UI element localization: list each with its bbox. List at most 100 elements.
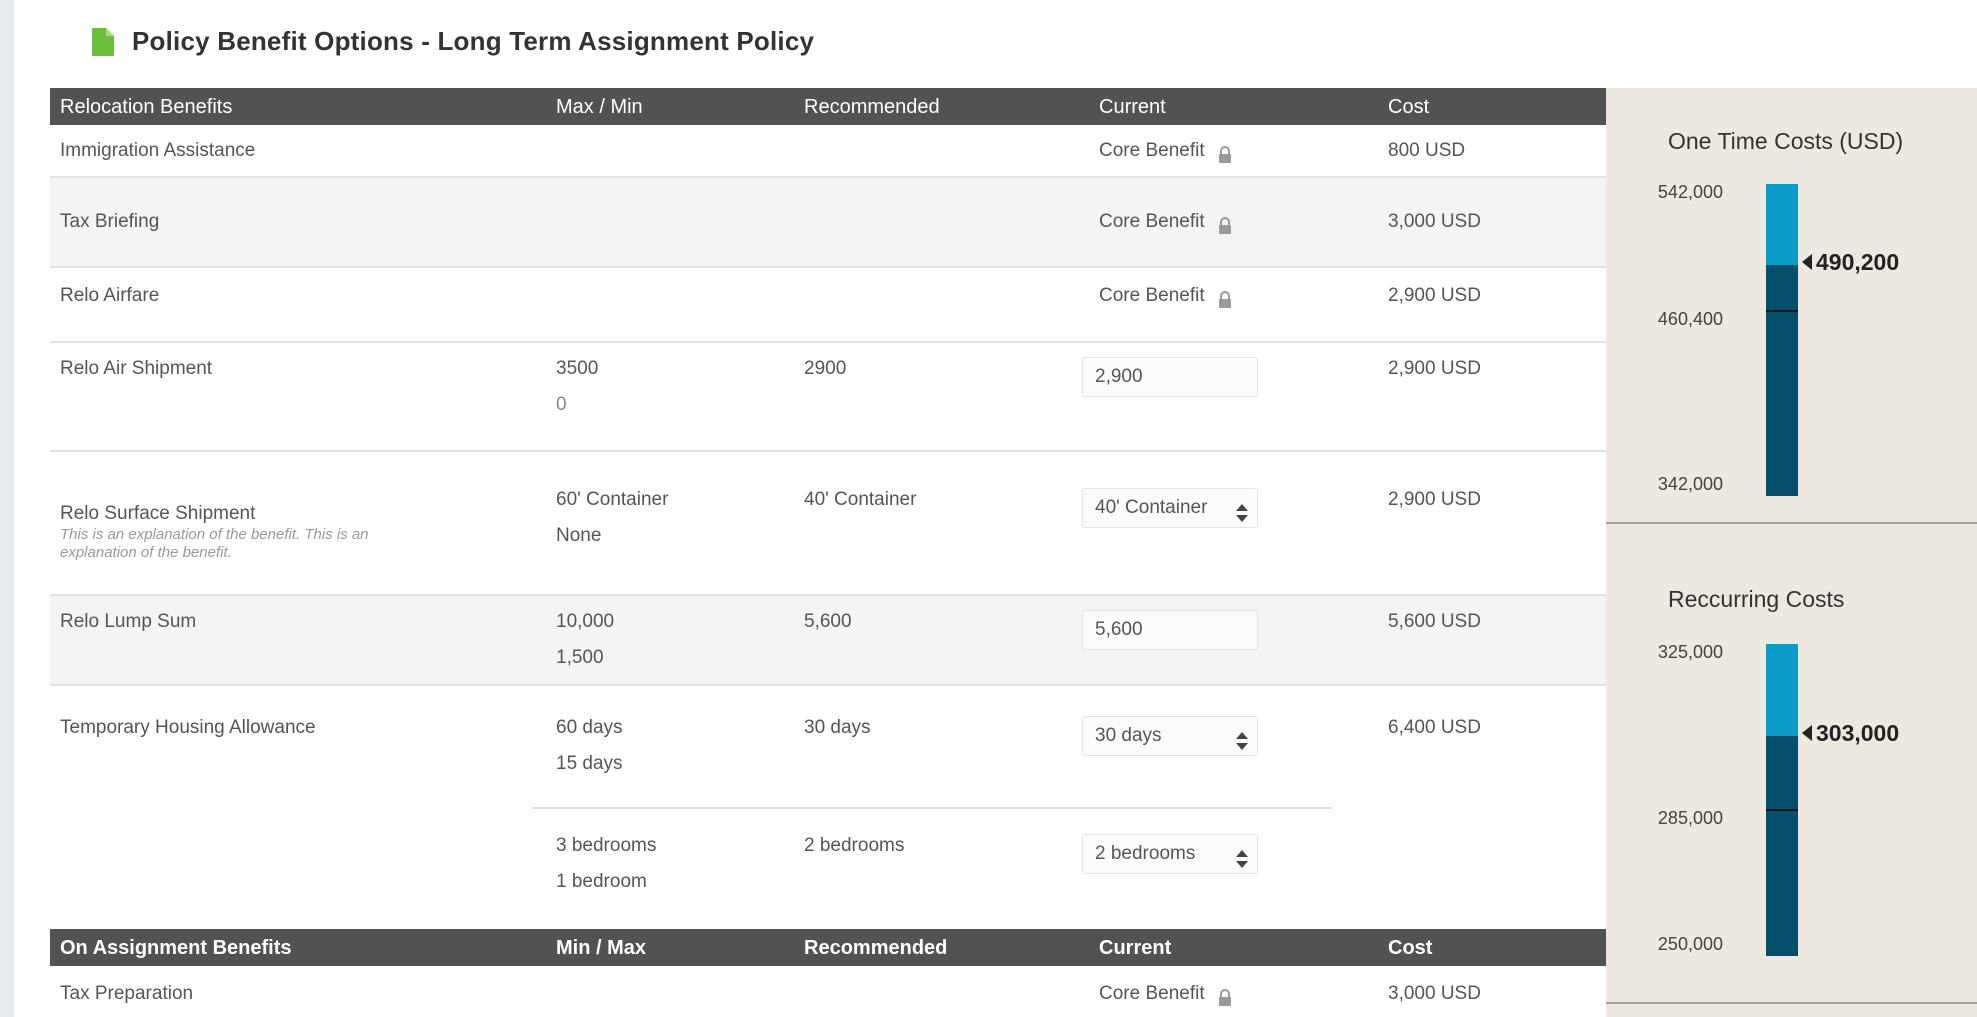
recommended-value: 2 bedrooms [804,835,905,856]
table-row: Relo Air Shipment 3500 0 2900 2,900 2,90… [50,343,1606,452]
max-value: 3 bedrooms [556,835,657,856]
gauge-current-value: 303,000 [1802,720,1899,747]
gauge-value-bar [1766,735,1798,956]
page-header: Policy Benefit Options - Long Term Assig… [92,26,814,57]
select-arrows-icon[interactable] [1235,727,1249,750]
table-row: Immigration Assistance Core Benefit 800 … [50,125,1606,178]
table-row: Relo Airfare Core Benefit 2,900 USD [50,268,1606,343]
header-current: Current [1099,937,1172,959]
lock-icon [1217,211,1233,235]
lock-icon [1217,140,1233,164]
current-select[interactable]: 2 bedrooms [1082,834,1258,874]
one-time-costs-title: One Time Costs (USD) [1668,128,1904,154]
min-value: 1 bedroom [556,871,647,892]
min-value: None [556,525,602,546]
header-min-max: Min / Max [556,937,647,959]
benefit-name: Relo Airfare [60,285,160,306]
sidebar-divider [1606,1002,1977,1004]
benefit-name: Relo Air Shipment [60,358,213,379]
gauge-mid-label: 460,400 [1657,309,1723,330]
pointer-left-icon [1802,254,1812,271]
header-cost: Cost [1388,937,1433,959]
current-value: Core Benefit [1099,133,1233,169]
min-value: 15 days [556,753,623,774]
max-min-values: 3 bedrooms 1 bedroom [556,828,656,900]
benefit-cell: Relo Surface Shipment This is an explana… [60,502,440,562]
benefit-name: Relo Lump Sum [60,611,197,632]
document-icon [92,27,114,56]
gauge-current-value: 490,200 [1802,249,1899,276]
max-min-values: 10,000 1,500 [556,604,614,676]
max-min-values: 60' Container None [556,482,668,554]
page-title: Policy Benefit Options - Long Term Assig… [132,26,815,56]
table-row: Tax Preparation Core Benefit 3,000 USD [50,966,1606,1017]
lock-icon [1217,983,1233,1007]
max-value: 10,000 [556,611,615,632]
cost-summary-sidebar: One Time Costs (USD) 542,000 460,400 342… [1606,88,1977,1017]
cost-value: 2,900 USD [1388,489,1481,510]
lock-icon [1217,285,1233,309]
header-benefit: On Assignment Benefits [60,937,292,959]
current-input[interactable]: 2,900 [1082,357,1258,397]
cost-value: 3,000 USD [1388,983,1481,1004]
benefit-name: Tax Briefing [60,211,160,232]
benefit-explanation: This is an explanation of the benefit. T… [60,526,369,561]
cost-value: 2,900 USD [1388,285,1481,306]
gauge-mid-marker [1766,310,1798,313]
current-select[interactable]: 40' Container [1082,488,1258,528]
header-current: Current [1099,96,1166,118]
gauge-max-label: 542,000 [1657,182,1723,202]
recurring-costs-title: Reccurring Costs [1668,586,1845,612]
gauge-max-label: 325,000 [1657,642,1723,662]
sidebar-divider [1606,522,1977,524]
table-row: Tax Briefing Core Benefit 3,000 USD [50,178,1606,268]
current-value: Core Benefit [1099,278,1233,314]
min-value: 0 [556,394,567,415]
cost-value: 5,600 USD [1388,611,1481,632]
recommended-value: 30 days [804,717,871,738]
select-arrows-icon[interactable] [1235,845,1249,868]
max-value: 3500 [556,358,599,379]
pointer-left-icon [1802,725,1812,742]
max-min-values: 60 days 15 days [556,710,623,782]
assignment-header-row: On Assignment Benefits Min / Max Recomme… [50,929,1606,966]
select-arrows-icon[interactable] [1235,499,1249,522]
max-value: 60 days [556,717,623,738]
benefit-name: Tax Preparation [60,983,194,1004]
cost-value: 2,900 USD [1388,358,1481,379]
benefit-name: Relo Surface Shipment [60,503,256,524]
header-benefit: Relocation Benefits [60,96,233,118]
header-max-min: Max / Min [556,96,643,118]
row-divider [532,807,1332,809]
benefit-name: Immigration Assistance [60,140,256,161]
gauge-range-bar [1766,184,1798,265]
gauge-mid-marker [1766,809,1798,812]
recommended-value: 5,600 [804,611,852,632]
current-select[interactable]: 30 days [1082,716,1258,756]
benefits-table: Relocation Benefits Max / Min Recommende… [50,88,1606,1017]
table-row: Temporary Housing Allowance 60 days 15 d… [50,686,1606,929]
table-row: Relo Lump Sum 10,000 1,500 5,600 5,600 5… [50,596,1606,686]
recommended-value: 2900 [804,358,847,379]
header-recommended: Recommended [804,96,940,118]
min-value: 1,500 [556,647,604,668]
gauge-value-bar [1766,264,1798,496]
cost-value: 3,000 USD [1388,211,1481,232]
max-value: 60' Container [556,489,669,510]
table-row: Relo Surface Shipment This is an explana… [50,452,1606,596]
max-min-values: 3500 0 [556,351,598,423]
current-input[interactable]: 5,600 [1082,610,1258,650]
current-value: Core Benefit [1099,976,1233,1012]
header-cost: Cost [1388,96,1430,118]
relocation-header-row: Relocation Benefits Max / Min Recommende… [50,88,1606,125]
header-recommended: Recommended [804,937,948,959]
gauge-min-label: 342,000 [1657,474,1723,494]
gauge-min-label: 250,000 [1657,934,1723,954]
recommended-value: 40' Container [804,489,917,510]
cost-value: 6,400 USD [1388,717,1481,738]
benefit-name: Temporary Housing Allowance [60,717,316,738]
gauge-mid-label: 285,000 [1657,808,1723,829]
gauge-range-bar [1766,644,1798,736]
cost-value: 800 USD [1388,140,1466,161]
current-value: Core Benefit [1099,204,1233,240]
